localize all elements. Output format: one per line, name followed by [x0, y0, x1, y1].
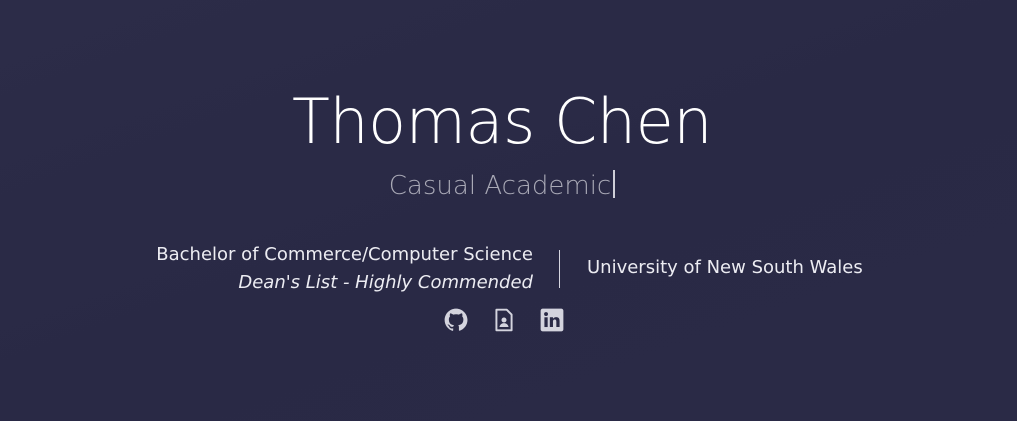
resume-link[interactable]: [491, 307, 517, 333]
profile-role: Casual Academic: [0, 168, 1004, 204]
hero-section: Thomas Chen Casual Academic Bachelor of …: [0, 0, 1017, 421]
degree-block: Bachelor of Commerce/Computer Science De…: [100, 241, 533, 297]
github-link[interactable]: [443, 307, 469, 333]
typed-role-text: Casual Academic: [388, 171, 612, 201]
typing-cursor: [613, 170, 616, 198]
github-icon: [444, 308, 468, 331]
degree-honour: Dean's List - Highly Commended: [238, 272, 533, 293]
university-name: University of New South Wales: [587, 257, 863, 278]
vertical-divider: [559, 250, 560, 288]
social-links: [443, 307, 565, 333]
degree-title: Bachelor of Commerce/Computer Science: [156, 244, 533, 265]
resume-icon: [495, 308, 513, 332]
linkedin-link[interactable]: [539, 307, 565, 333]
profile-name: Thomas Chen: [291, 85, 713, 158]
linkedin-icon: [540, 308, 564, 332]
